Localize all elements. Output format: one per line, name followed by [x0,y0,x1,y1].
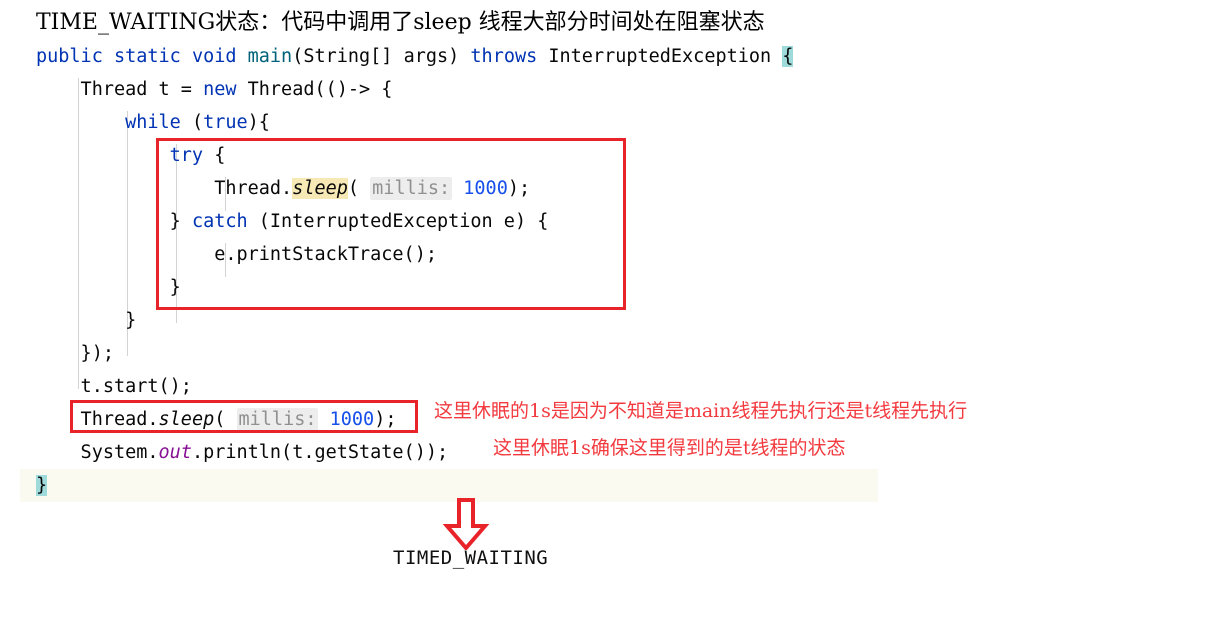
code-line-text: Thread.sleep( millis: 1000); [0,403,396,436]
code-line-text: } [0,271,181,304]
code-line[interactable]: e.printStackTrace(); [0,238,1230,271]
code-line[interactable]: try { [0,139,1230,172]
code-line-text: } [0,304,136,337]
code-line-text: t.start(); [0,370,192,403]
code-line-text: try { [0,139,226,172]
annotation-note-2: 这里休眠1s确保这里得到的是t线程的状态 [493,437,846,459]
code-token: System. [36,442,159,463]
code-token-kw: static [113,46,192,67]
code-token: } [36,310,137,331]
code-token-kw: public [36,46,114,67]
code-token-stat: out [158,442,192,463]
code-token: (String[] args) [292,46,471,67]
code-line-text: } [0,469,48,502]
code-line[interactable]: } [0,469,1230,502]
code-line[interactable]: Thread.sleep( millis: 1000); [0,172,1230,205]
parameter-hint: millis: [370,177,453,200]
code-token: } [36,211,192,232]
code-line[interactable]: } catch (InterruptedException e) { [0,205,1230,238]
code-token-kw: try [169,145,215,166]
code-token-hl-y: sleep [292,178,348,199]
code-token: ( [191,112,204,133]
code-token: }); [36,343,114,364]
code-line-text: System.out.println(t.getState()); [0,436,449,469]
code-token-num: 1000 [463,178,508,199]
code-token-kw: void [191,46,248,67]
code-token: InterruptedException [548,46,783,67]
code-token: Thread. [36,409,159,430]
code-line[interactable]: public static void main(String[] args) t… [0,40,1230,73]
code-line-text: }); [0,337,114,370]
code-token: ); [507,178,531,199]
code-token: Thread(()-> { [247,79,393,100]
code-token: (InterruptedException e) { [258,211,549,232]
program-output-label: TIMED_WAITING [393,547,549,569]
code-token-ital: sleep [158,409,215,430]
code-line[interactable]: } [0,304,1230,337]
brace-match-highlight: { [782,46,794,67]
code-token-kw: while [125,112,192,133]
code-token: .println(t.getState()); [191,442,449,463]
code-token-kw: new [203,79,248,100]
code-line[interactable]: }); [0,337,1230,370]
code-token-meth: main [247,46,293,67]
code-token: } [36,277,181,298]
code-token-kw: true [203,112,248,133]
code-line[interactable]: Thread t = new Thread(()-> { [0,73,1230,106]
code-token: e.printStackTrace(); [36,244,437,265]
code-line[interactable]: } [0,271,1230,304]
code-line-list: public static void main(String[] args) t… [0,40,1230,502]
code-token-kw: catch [191,211,259,232]
code-token-kw: throws [470,46,549,67]
code-line-text: Thread t = new Thread(()-> { [0,73,393,106]
code-token: ); [374,409,397,430]
code-token-num: 1000 [329,409,375,430]
code-line-text: while (true){ [0,106,270,139]
code-token: { [214,145,226,166]
code-token: t.start(); [36,376,192,397]
down-arrow-icon [441,498,491,552]
code-line-text: } catch (InterruptedException e) { [0,205,549,238]
code-token: ( [214,409,237,430]
code-token: ){ [247,112,270,133]
code-token: ( [347,178,371,199]
code-token: Thread t = [36,79,204,100]
code-line-text: Thread.sleep( millis: 1000); [0,172,530,205]
code-token: Thread. [36,178,293,199]
annotation-note-1: 这里休眠的1s是因为不知道是main线程先执行还是t线程先执行 [434,400,968,422]
code-line-text: e.printStackTrace(); [0,238,437,271]
code-line-text: public static void main(String[] args) t… [0,40,794,73]
page-title: TIME_WAITING状态：代码中调用了sleep 线程大部分时间处在阻塞状态 [36,10,765,35]
brace-match-highlight: } [36,475,48,496]
parameter-hint: millis: [236,408,319,431]
code-line[interactable]: while (true){ [0,106,1230,139]
